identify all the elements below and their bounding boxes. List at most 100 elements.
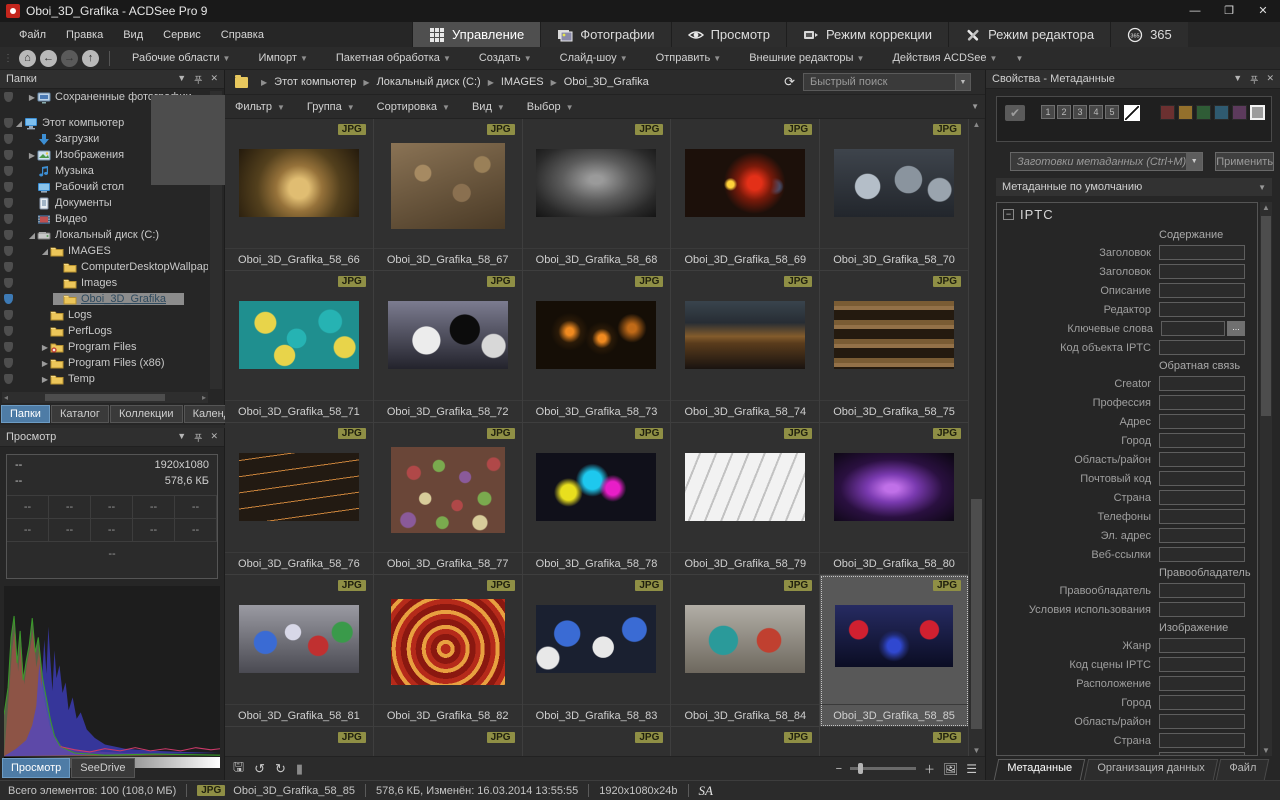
quick-select-shield-icon[interactable] [4, 246, 13, 256]
preview-tab-SeeDrive[interactable]: SeeDrive [71, 758, 134, 778]
up-button[interactable]: ↑ [82, 50, 99, 67]
grid-item-Oboi_3D_Grafika_58_66[interactable]: JPGOboi_3D_Grafika_58_66 [225, 119, 374, 271]
metadata-field-input[interactable] [1159, 340, 1245, 355]
metadata-field-input[interactable] [1159, 395, 1245, 410]
minimize-button[interactable]: — [1178, 0, 1212, 22]
clear-rating-button[interactable] [1124, 105, 1140, 121]
grid-item-partial[interactable]: JPG [523, 727, 672, 756]
expander-closed-icon[interactable]: ▶ [40, 343, 50, 352]
quick-select-shield-icon[interactable] [4, 326, 13, 336]
quick-select-shield-icon[interactable] [4, 118, 13, 128]
panel-menu-icon[interactable]: ▼ [177, 73, 186, 86]
quick-select-shield-icon[interactable] [4, 358, 13, 368]
rating-button-5[interactable]: 5 [1105, 105, 1119, 119]
grid-item-Oboi_3D_Grafika_58_67[interactable]: JPGOboi_3D_Grafika_58_67 [374, 119, 523, 271]
rating-button-2[interactable]: 2 [1057, 105, 1071, 119]
expander-open-icon[interactable]: ◢ [40, 247, 50, 256]
toolbar-overflow-icon[interactable]: ▼ [1015, 54, 1023, 63]
ellipsis-button[interactable]: ... [1227, 321, 1245, 336]
grid-item-Oboi_3D_Grafika_58_81[interactable]: JPGOboi_3D_Grafika_58_81 [225, 575, 374, 727]
metadata-field-input[interactable] [1159, 245, 1245, 260]
mode-tab-Режим коррекции[interactable]: Режим коррекции [786, 22, 948, 47]
color-swatch-#2f5a70[interactable] [1214, 105, 1229, 120]
tree-item-ComputerDesktopWallpapersC[interactable]: ComputerDesktopWallpapersC [0, 259, 208, 275]
toolbar-button-Отправить[interactable]: Отправить ▼ [642, 52, 736, 64]
grid-item-partial[interactable]: JPG [374, 727, 523, 756]
color-swatch-#2f5c36[interactable] [1196, 105, 1211, 120]
filter-Вид[interactable]: Вид▼ [472, 101, 505, 113]
quick-select-shield-icon[interactable] [4, 342, 13, 352]
expander-closed-icon[interactable]: ▶ [27, 151, 37, 160]
tree-item-IMAGES[interactable]: ◢IMAGES [0, 243, 208, 259]
tree-item-Program Files (x86)[interactable]: ▶Program Files (x86) [0, 355, 208, 371]
metadata-field-input[interactable] [1159, 509, 1245, 524]
zoom-slider[interactable] [850, 767, 916, 770]
tree-item-Видео[interactable]: Видео [0, 211, 208, 227]
quick-select-shield-icon[interactable] [4, 166, 13, 176]
grid-item-Oboi_3D_Grafika_58_70[interactable]: JPGOboi_3D_Grafika_58_70 [820, 119, 969, 271]
tree-item-Локальный диск (C:)[interactable]: ◢Локальный диск (C:) [0, 227, 208, 243]
quick-select-shield-icon[interactable] [4, 182, 13, 192]
forward-button[interactable]: → [61, 50, 78, 67]
metadata-field-input[interactable] [1159, 752, 1245, 756]
grid-item-Oboi_3D_Grafika_58_76[interactable]: JPGOboi_3D_Grafika_58_76 [225, 423, 374, 575]
folders-tab-Каталог[interactable]: Каталог [51, 405, 109, 423]
expander-closed-icon[interactable]: ▶ [40, 359, 50, 368]
filter-overflow-icon[interactable]: ▼ [971, 102, 979, 111]
metadata-field-input[interactable] [1159, 714, 1245, 729]
quick-select-shield-icon[interactable] [4, 198, 13, 208]
zoom-in-icon[interactable]: ＋ [924, 761, 935, 777]
grid-item-Oboi_3D_Grafika_58_72[interactable]: JPGOboi_3D_Grafika_58_72 [374, 271, 523, 423]
toolbar-button-Рабочие области[interactable]: Рабочие области ▼ [118, 52, 244, 64]
mode-tab-Просмотр[interactable]: Просмотр [671, 22, 786, 47]
pin-icon[interactable]: 푸 [1250, 73, 1258, 86]
toolbar-button-Слайд-шоу[interactable]: Слайд-шоу ▼ [546, 52, 642, 64]
tree-item-Документы[interactable]: Документы [0, 195, 208, 211]
grid-item-Oboi_3D_Grafika_58_85[interactable]: JPGOboi_3D_Grafika_58_85 [820, 575, 969, 727]
filter-Группа[interactable]: Группа▼ [307, 101, 355, 113]
toolbar-button-Создать[interactable]: Создать ▼ [465, 52, 546, 64]
tree-item-Oboi_3D_Grafika[interactable]: Oboi_3D_Grafika [0, 291, 208, 307]
tree-item-Images[interactable]: Images [0, 275, 208, 291]
mode-tab-Управление[interactable]: Управление [412, 22, 540, 47]
export-icon[interactable]: 🖫 [233, 758, 244, 780]
grid-item-Oboi_3D_Grafika_58_75[interactable]: JPGOboi_3D_Grafika_58_75 [820, 271, 969, 423]
tree-item-Logs[interactable]: Logs [0, 307, 208, 323]
menu-item-Справка[interactable]: Справка [212, 29, 273, 41]
close-button[interactable]: ✕ [1246, 0, 1280, 22]
tag-icon[interactable]: ▮ [296, 761, 303, 777]
rotate-left-icon[interactable]: ↺ [254, 761, 265, 777]
pin-icon[interactable]: 푸 [194, 73, 202, 86]
apply-button[interactable]: Применить [1215, 152, 1274, 171]
back-button[interactable]: ← [40, 50, 57, 67]
default-metadata-bar[interactable]: Метаданные по умолчанию ▼ [996, 178, 1272, 196]
pin-icon[interactable]: 푸 [194, 431, 202, 444]
rating-button-1[interactable]: 1 [1041, 105, 1055, 119]
folder-tree-hscrollbar[interactable]: ◂▸ [2, 392, 208, 403]
metadata-field-input[interactable] [1159, 733, 1245, 748]
grid-item-Oboi_3D_Grafika_58_77[interactable]: JPGOboi_3D_Grafika_58_77 [374, 423, 523, 575]
menu-item-Вид[interactable]: Вид [114, 29, 152, 41]
color-swatch-#93702c[interactable] [1178, 105, 1193, 120]
zoom-out-icon[interactable]: − [836, 763, 842, 775]
tree-item-Temp[interactable]: ▶Temp [0, 371, 208, 387]
tree-item-PerfLogs[interactable]: PerfLogs [0, 323, 208, 339]
menu-item-Правка[interactable]: Правка [57, 29, 112, 41]
metadata-field-input[interactable] [1159, 283, 1245, 298]
grid-item-Oboi_3D_Grafika_58_82[interactable]: JPGOboi_3D_Grafika_58_82 [374, 575, 523, 727]
metadata-field-input[interactable] [1159, 490, 1245, 505]
folder-tree-vscrollbar[interactable] [210, 91, 222, 389]
quick-select-shield-icon[interactable] [4, 294, 13, 304]
quick-search-input[interactable]: Быстрый поиск ▼ [803, 73, 971, 91]
metadata-vscrollbar[interactable]: ▲▼ [1260, 202, 1272, 756]
filter-Сортировка[interactable]: Сортировка▼ [377, 101, 450, 113]
close-icon[interactable]: ✕ [210, 431, 218, 444]
rating-button-3[interactable]: 3 [1073, 105, 1087, 119]
metadata-field-input[interactable] [1159, 264, 1245, 279]
mode-tab-Режим редактора[interactable]: Режим редактора [948, 22, 1110, 47]
grid-vscrollbar[interactable]: ▲▼ [969, 119, 984, 756]
grid-item-Oboi_3D_Grafika_58_79[interactable]: JPGOboi_3D_Grafika_58_79 [671, 423, 820, 575]
toolbar-button-Пакетная обработка[interactable]: Пакетная обработка ▼ [322, 52, 465, 64]
quick-select-shield-icon[interactable] [4, 92, 13, 102]
mode-tab-Фотографии[interactable]: Фотографии [540, 22, 670, 47]
